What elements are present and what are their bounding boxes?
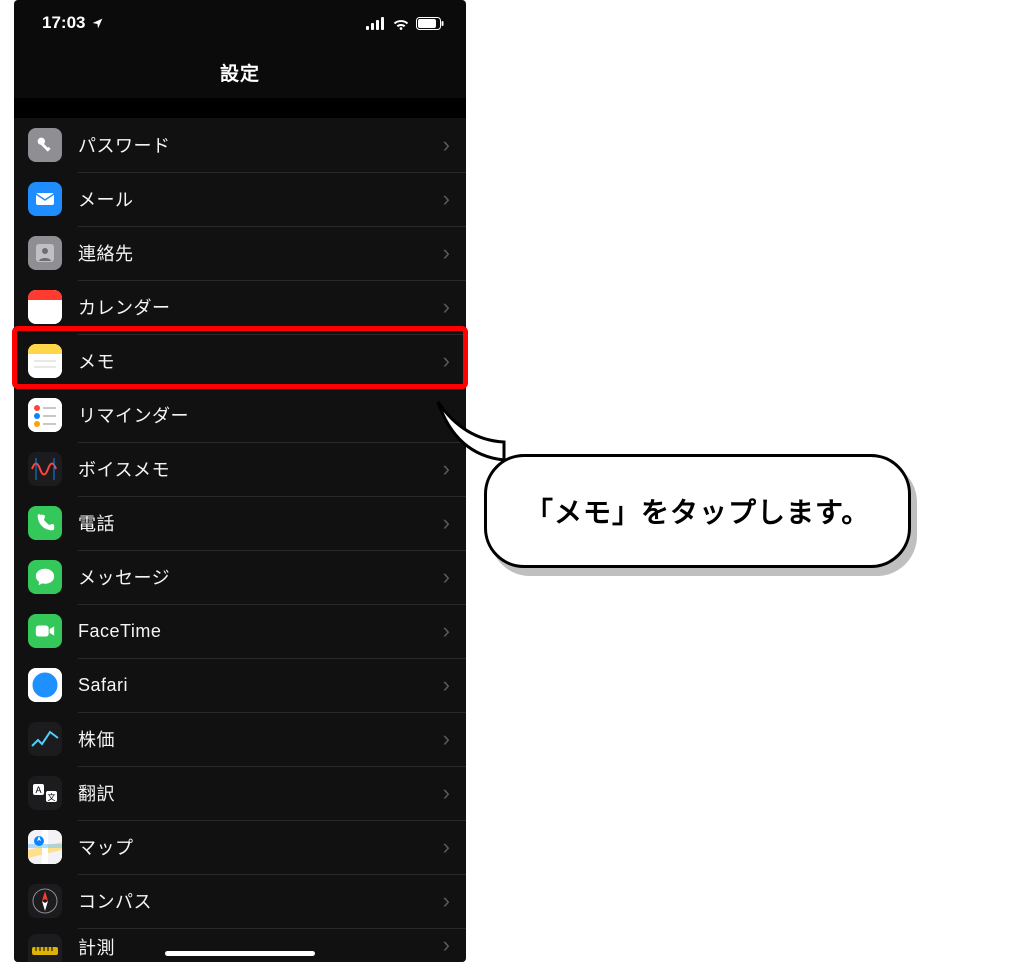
chevron-right-icon: › [443,620,450,642]
home-indicator [165,951,315,956]
chevron-right-icon: › [443,350,450,372]
row-label: メッセージ [78,564,443,590]
key-icon [28,128,62,162]
compass-icon [28,884,62,918]
status-time: 17:03 [42,13,85,33]
stocks-icon [28,722,62,756]
row-label: コンパス [78,888,443,914]
location-icon [91,17,104,30]
settings-row-phone[interactable]: 電話› [14,496,466,550]
settings-list: パスワード›メール›連絡先›カレンダー›メモ›リマインダー›ボイスメモ›電話›メ… [14,118,466,962]
safari-icon [28,668,62,702]
settings-row-reminders[interactable]: リマインダー› [14,388,466,442]
calendar-icon [28,290,62,324]
settings-row-contacts[interactable]: 連絡先› [14,226,466,280]
row-label: マップ [78,834,443,860]
row-label: 株価 [78,726,443,752]
contacts-icon [28,236,62,270]
nav-title: 設定 [220,59,260,86]
status-right [366,17,444,30]
settings-row-passwords[interactable]: パスワード› [14,118,466,172]
chevron-right-icon: › [443,134,450,156]
settings-row-stocks[interactable]: 株価› [14,712,466,766]
row-label: ボイスメモ [78,456,443,482]
settings-row-calendar[interactable]: カレンダー› [14,280,466,334]
measure-icon [28,934,62,962]
phone-frame: 17:03 [14,0,466,962]
settings-row-mail[interactable]: メール› [14,172,466,226]
chevron-right-icon: › [443,242,450,264]
chevron-right-icon: › [443,728,450,750]
row-label: メモ [78,348,443,374]
chevron-right-icon: › [443,836,450,858]
svg-text:A: A [35,785,41,795]
chevron-right-icon: › [443,512,450,534]
cellular-icon [366,17,386,30]
reminders-icon [28,398,62,432]
section-gap [14,98,466,118]
settings-row-notes[interactable]: メモ› [14,334,466,388]
settings-row-messages[interactable]: メッセージ› [14,550,466,604]
row-label: Safari [78,675,443,696]
settings-row-compass[interactable]: コンパス› [14,874,466,928]
chevron-right-icon: › [443,934,450,956]
mail-icon [28,182,62,216]
notes-icon [28,344,62,378]
chevron-right-icon: › [443,296,450,318]
row-label: FaceTime [78,621,443,642]
settings-row-safari[interactable]: Safari› [14,658,466,712]
status-left: 17:03 [42,13,104,33]
nav-bar: 設定 [14,46,466,98]
row-label: パスワード [78,132,443,158]
chevron-right-icon: › [443,566,450,588]
translate-icon: A文 [28,776,62,810]
row-label: 翻訳 [78,780,443,806]
facetime-icon [28,614,62,648]
battery-icon [416,17,444,30]
message-icon [28,560,62,594]
row-label: 連絡先 [78,240,443,266]
row-label: 計測 [78,934,443,960]
chevron-right-icon: › [443,890,450,912]
wifi-icon [392,17,410,30]
status-bar: 17:03 [14,0,466,46]
settings-row-facetime[interactable]: FaceTime› [14,604,466,658]
row-label: カレンダー [78,294,443,320]
row-label: メール [78,186,443,212]
callout-text: 「メモ」をタップします。 [525,497,870,528]
voice-icon [28,452,62,486]
chevron-right-icon: › [443,674,450,696]
maps-icon [28,830,62,864]
chevron-right-icon: › [443,782,450,804]
row-label: 電話 [78,510,443,536]
callout-bubble: 「メモ」をタップします。 [484,454,911,568]
svg-text:文: 文 [48,792,56,802]
settings-row-measure[interactable]: 計測› [14,928,466,962]
row-label: リマインダー [78,402,443,428]
settings-row-translate[interactable]: A文翻訳› [14,766,466,820]
phone-icon [28,506,62,540]
chevron-right-icon: › [443,188,450,210]
settings-row-voicememo[interactable]: ボイスメモ› [14,442,466,496]
settings-row-maps[interactable]: マップ› [14,820,466,874]
